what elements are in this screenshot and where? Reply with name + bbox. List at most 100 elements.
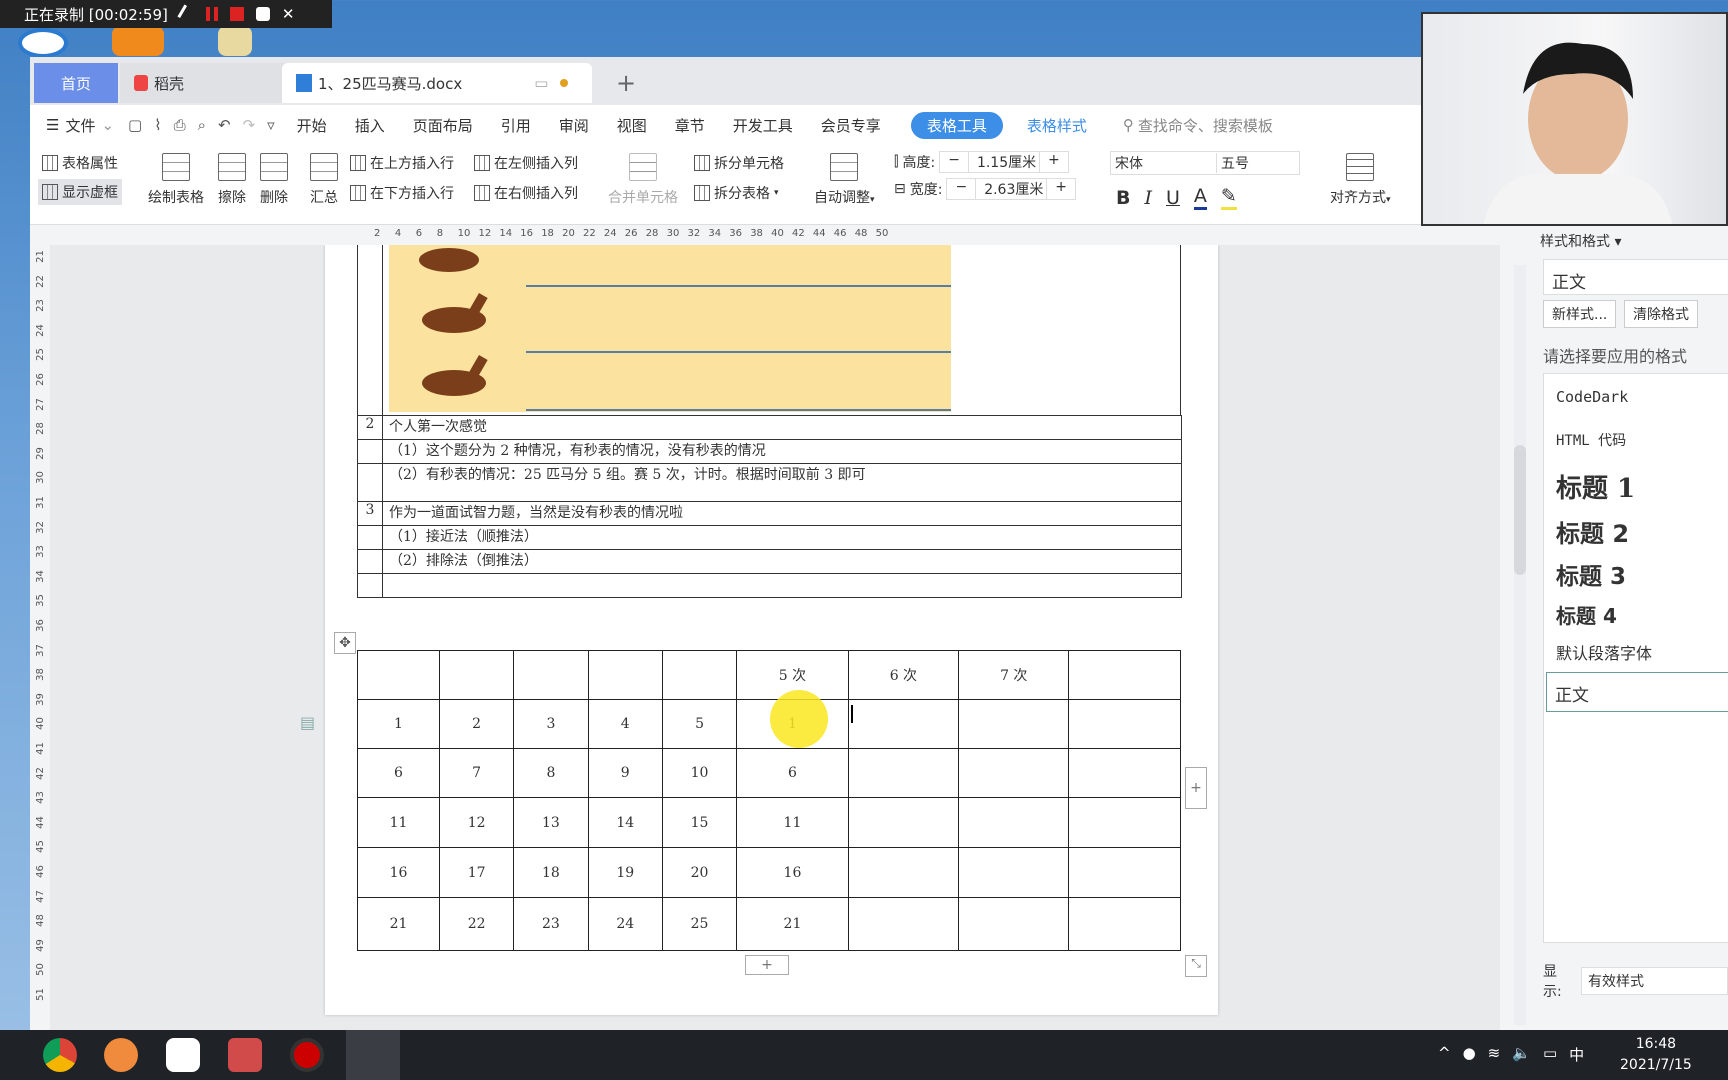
table-cell[interactable]: 12	[438, 797, 515, 848]
style-item[interactable]: 标题 4	[1556, 600, 1617, 629]
stop-icon[interactable]	[229, 7, 244, 21]
insert-row-above-button[interactable]: 在上方插入行	[350, 153, 454, 173]
height-stepper[interactable]: −1.15厘米 +	[939, 151, 1069, 173]
table-cell[interactable]	[1068, 748, 1181, 798]
font-color-icon[interactable]: A	[1193, 185, 1207, 210]
chrome-icon[interactable]	[43, 1038, 77, 1072]
table-cell[interactable]	[847, 797, 960, 848]
table-cell[interactable]	[958, 847, 1070, 898]
style-item[interactable]: 标题 1	[1556, 468, 1635, 505]
battery-icon[interactable]: ▭	[1543, 1044, 1557, 1065]
row-text[interactable]: （2）有秒表的情况：25 匹马分 5 组。赛 5 次，计时。根据时间取前 3 即…	[382, 463, 1182, 502]
tab-daoke[interactable]: 稻壳	[120, 63, 308, 103]
table-cell[interactable]: 1	[357, 699, 440, 749]
style-item[interactable]: 默认段落字体	[1556, 640, 1652, 664]
table-cell[interactable]	[958, 748, 1070, 798]
width-stepper[interactable]: −2.63厘米 +	[946, 178, 1076, 200]
font-select[interactable]: 宋体 五号	[1110, 151, 1300, 175]
style-item[interactable]: HTML 代码	[1556, 430, 1626, 450]
split-cells-button[interactable]: 拆分单元格	[694, 153, 784, 173]
table-cell[interactable]: 10	[661, 748, 738, 798]
hamburger-icon[interactable]: ☰	[46, 116, 59, 134]
style-item-selected[interactable]: 正文	[1546, 672, 1728, 712]
monitor-icon[interactable]: ▭	[534, 74, 548, 92]
table-cell[interactable]	[1068, 699, 1181, 749]
baidu-netdisk-icon[interactable]	[166, 1038, 200, 1072]
table-cell[interactable]: 20	[661, 847, 738, 898]
row-text[interactable]: （1）接近法（顺推法）	[382, 525, 1182, 550]
table-cell[interactable]	[847, 748, 960, 798]
table-cell[interactable]	[513, 650, 589, 700]
table-cell[interactable]	[1068, 650, 1181, 700]
table-cell[interactable]: 3	[513, 699, 589, 749]
table-cell[interactable]	[438, 650, 515, 700]
table-cell[interactable]	[958, 699, 1070, 749]
row-number[interactable]: 3	[357, 501, 383, 526]
vertical-ruler[interactable]: 21 22 23 24 25 26 27 28 29 30 31 32 33 34 35 36 37 38 39 40…	[32, 245, 50, 1030]
wifi-icon[interactable]: ≋	[1488, 1044, 1501, 1065]
menu-table-tools[interactable]: 表格工具	[910, 111, 1003, 139]
menu-file[interactable]: 文件	[65, 115, 95, 136]
more-icon[interactable]: ▿	[267, 116, 275, 134]
table-cell[interactable]: 21	[357, 897, 440, 951]
align-button[interactable]: 对齐方式▾	[1330, 153, 1391, 207]
table-cell[interactable]: 7	[438, 748, 515, 798]
close-icon[interactable]: ✕	[282, 5, 295, 23]
row-number[interactable]	[357, 549, 383, 574]
highlight-icon[interactable]: ✎	[1220, 185, 1237, 210]
table-cell[interactable]: 15	[661, 797, 738, 848]
command-search[interactable]: 查找命令、搜索模板	[1138, 115, 1273, 136]
scroll-thumb[interactable]	[1514, 445, 1526, 575]
wps-icon[interactable]	[346, 1030, 400, 1080]
table-cell[interactable]: 5	[661, 699, 738, 749]
table-cell[interactable]: 18	[513, 847, 589, 898]
insert-row-below-button[interactable]: 在下方插入行	[350, 183, 454, 203]
table-cell[interactable]: 9	[587, 748, 663, 798]
table-cell[interactable]: 6 次	[847, 650, 960, 700]
height-input[interactable]: 1.15厘米	[967, 152, 1040, 172]
style-item[interactable]: 标题 3	[1556, 557, 1626, 591]
display-select[interactable]: 有效样式	[1581, 967, 1728, 995]
table-cell[interactable]	[847, 897, 960, 951]
volume-icon[interactable]: 🔈	[1512, 1044, 1531, 1065]
table-cell[interactable]: 16	[357, 847, 440, 898]
table-cell[interactable]: 16	[736, 847, 849, 898]
new-style-button[interactable]: 新样式...	[1543, 300, 1617, 328]
table-properties-button[interactable]: 表格属性	[42, 153, 118, 173]
pen-icon[interactable]	[177, 4, 197, 24]
table-cell[interactable]	[847, 699, 960, 749]
desktop-icon-player[interactable]	[112, 26, 164, 56]
add-column-button[interactable]: +	[1185, 767, 1207, 809]
resize-table-handle[interactable]: ⤡	[1185, 955, 1207, 977]
menu-table-style[interactable]: 表格样式	[1027, 115, 1087, 136]
italic-icon[interactable]: I	[1144, 187, 1152, 209]
menu-start[interactable]: 开始	[297, 115, 327, 136]
table-cell[interactable]: 6	[357, 748, 440, 798]
table-cell[interactable]: 4	[587, 699, 663, 749]
qq-icon[interactable]: ●	[1463, 1044, 1476, 1065]
menu-view[interactable]: 视图	[617, 115, 647, 136]
merge-cells-button[interactable]: 合并单元格	[608, 153, 678, 207]
panel-scrollbar[interactable]	[1514, 265, 1526, 1025]
print-icon[interactable]: ⎙	[174, 116, 186, 134]
chevron-up-icon[interactable]: ^	[1438, 1044, 1451, 1065]
menu-section[interactable]: 章节	[675, 115, 705, 136]
camera-icon[interactable]	[255, 7, 270, 21]
menu-review[interactable]: 审阅	[559, 115, 589, 136]
table-cell[interactable]	[1068, 897, 1181, 951]
table-move-handle[interactable]: ✥	[334, 632, 356, 654]
pause-icon[interactable]	[205, 7, 218, 21]
erase-button[interactable]: 擦除	[218, 153, 246, 207]
table-cell[interactable]: 14	[587, 797, 663, 848]
menu-insert[interactable]: 插入	[355, 115, 385, 136]
undo-icon[interactable]: ↶	[218, 116, 231, 134]
table-cell[interactable]: 19	[587, 847, 663, 898]
split-table-button[interactable]: 拆分表格 ▾	[694, 183, 779, 203]
desktop-icon-browser[interactable]	[18, 28, 68, 58]
bold-icon[interactable]: B	[1116, 187, 1130, 209]
table-cell[interactable]: 21	[736, 897, 849, 951]
table-cell[interactable]: 25	[661, 897, 738, 951]
panel-title[interactable]: 样式和格式 ▾	[1540, 231, 1621, 251]
menu-references[interactable]: 引用	[501, 115, 531, 136]
row-text[interactable]: （2）排除法（倒推法）	[382, 549, 1182, 574]
